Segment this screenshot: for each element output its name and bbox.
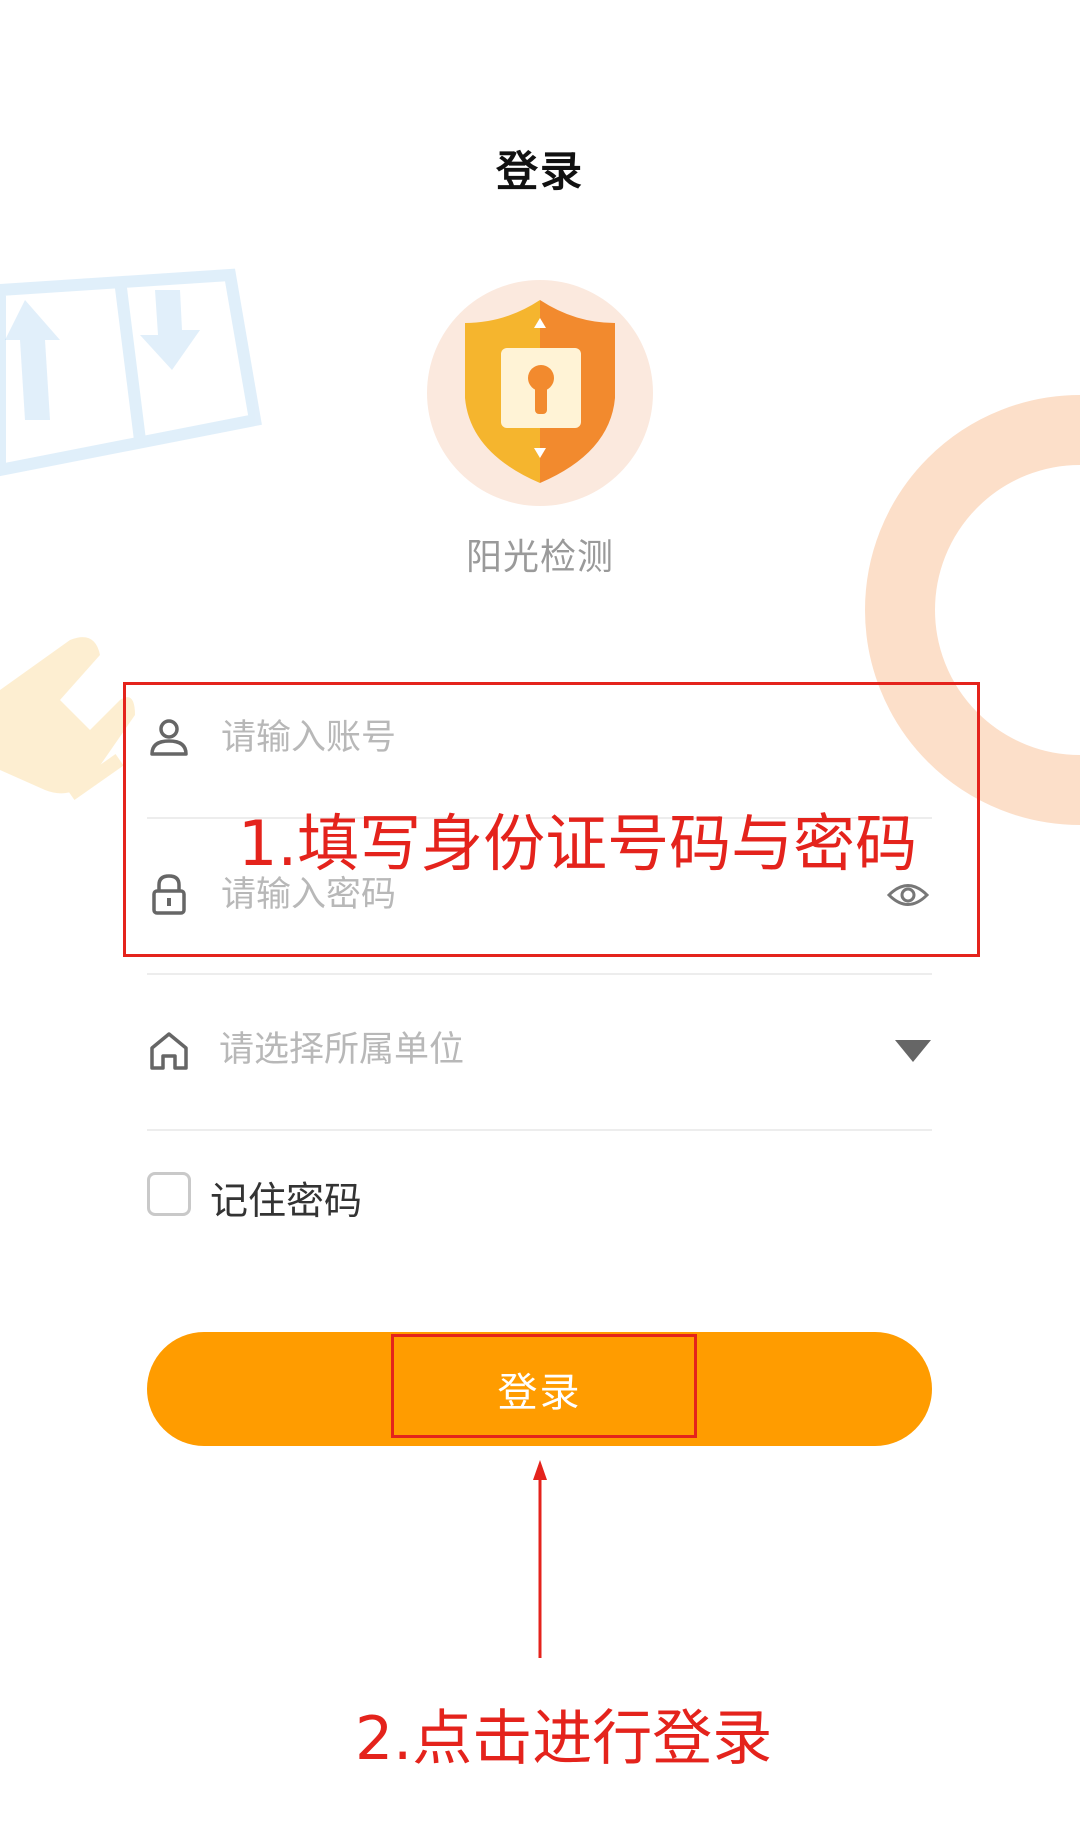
annotation-box-login <box>391 1334 697 1438</box>
annotation-step2: 2.点击进行登录 <box>355 1704 773 1774</box>
annotation-step1: 1.填写身份证号码与密码 <box>238 807 918 880</box>
password-divider <box>147 973 932 975</box>
unit-placeholder: 请选择所属单位 <box>219 1030 465 1070</box>
shield-lock-icon <box>427 280 653 506</box>
unit-divider <box>147 1129 932 1131</box>
remember-password-checkbox[interactable] <box>147 1172 191 1216</box>
unit-select[interactable]: 请选择所属单位 <box>147 1010 932 1090</box>
home-icon <box>150 1032 188 1070</box>
remember-password-label: 记住密码 <box>210 1179 363 1223</box>
annotation-arrow <box>533 1460 547 1658</box>
page-title: 登录 <box>495 147 584 196</box>
triangle-down-icon[interactable] <box>895 1038 931 1064</box>
app-name: 阳光检测 <box>465 537 614 578</box>
